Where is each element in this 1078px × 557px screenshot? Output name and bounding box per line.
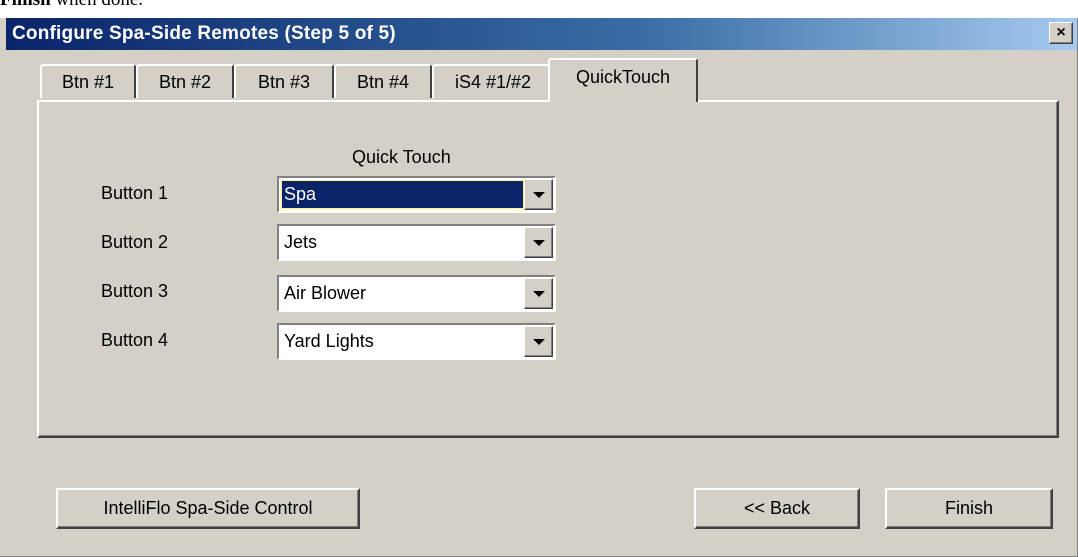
intelliflo-spa-side-control-button[interactable]: IntelliFlo Spa-Side Control [56, 488, 360, 529]
tab-btn-1[interactable]: Btn #1 [40, 64, 136, 98]
button-3-label: Button 3 [101, 281, 169, 301]
quick-touch-heading: Quick Touch [352, 147, 451, 167]
tab-btn-2[interactable]: Btn #2 [136, 64, 234, 98]
chevron-down-icon [533, 192, 545, 198]
tab-is4[interactable]: iS4 #1/#2 [432, 64, 554, 98]
chevron-down-icon [533, 291, 545, 297]
button-3-dropdown-button[interactable] [524, 278, 553, 309]
button-2-dropdown-button[interactable] [524, 227, 553, 258]
close-icon: × [1056, 24, 1066, 41]
close-button[interactable]: × [1049, 22, 1073, 44]
document-text-fragment: Finish when done. [0, 0, 143, 11]
finish-bold-text: Finish [0, 0, 51, 10]
button-4-dropdown-button[interactable] [524, 326, 553, 357]
chevron-down-icon [533, 240, 545, 246]
window-title: Configure Spa-Side Remotes (Step 5 of 5) [12, 23, 396, 44]
button-2-value: Jets [284, 232, 318, 252]
instruction-text: when done. [51, 0, 143, 10]
button-4-value: Yard Lights [284, 331, 374, 351]
back-button[interactable]: << Back [694, 488, 860, 529]
button-1-dropdown-button[interactable] [524, 179, 553, 210]
button-4-label: Button 4 [101, 330, 169, 350]
button-1-label: Button 1 [101, 183, 169, 203]
button-2-label: Button 2 [101, 232, 169, 252]
chevron-down-icon [533, 339, 545, 345]
tab-quicktouch[interactable]: QuickTouch [548, 58, 698, 102]
button-3-select[interactable]: Air Blower [277, 275, 556, 312]
title-bar[interactable]: Configure Spa-Side Remotes (Step 5 of 5)… [6, 18, 1077, 50]
finish-button[interactable]: Finish [885, 488, 1053, 529]
tab-btn-4[interactable]: Btn #4 [334, 64, 432, 98]
button-4-select[interactable]: Yard Lights [277, 323, 556, 360]
quicktouch-panel [37, 100, 1059, 438]
button-1-select[interactable]: Spa [277, 176, 556, 213]
button-3-value: Air Blower [284, 283, 367, 303]
button-1-value: Spa [281, 180, 524, 209]
button-2-select[interactable]: Jets [277, 224, 556, 261]
tab-btn-3[interactable]: Btn #3 [234, 64, 334, 98]
